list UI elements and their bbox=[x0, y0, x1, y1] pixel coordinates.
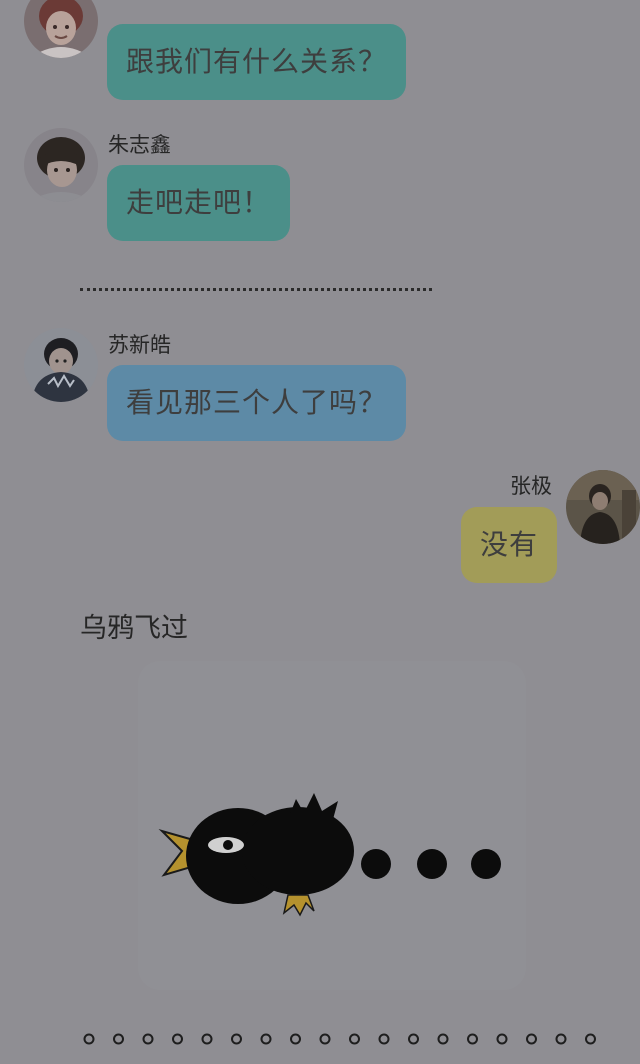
boy-red-hair-avatar[interactable] bbox=[24, 0, 98, 58]
narration-text: 乌鸦飞过 bbox=[80, 613, 188, 644]
section-divider bbox=[80, 288, 432, 291]
crow-flying-sticker[interactable] bbox=[138, 661, 526, 990]
message-bubble[interactable]: 没有 bbox=[461, 507, 558, 583]
message-bubble[interactable]: 跟我们有什么关系？ bbox=[107, 24, 407, 100]
boy-dark-hair-avatar[interactable] bbox=[24, 128, 98, 202]
sender-name: 朱志鑫 bbox=[108, 133, 171, 157]
sender-name: 张极 bbox=[510, 474, 552, 498]
boy-hoodie-avatar[interactable] bbox=[24, 328, 98, 402]
decorative-dots bbox=[80, 1032, 600, 1046]
boy-dark-clothes-avatar[interactable] bbox=[566, 470, 640, 544]
message-bubble[interactable]: 看见那三个人了吗？ bbox=[107, 365, 407, 441]
message-bubble[interactable]: 走吧走吧！ bbox=[107, 165, 291, 241]
sender-name: 苏新皓 bbox=[108, 333, 171, 357]
